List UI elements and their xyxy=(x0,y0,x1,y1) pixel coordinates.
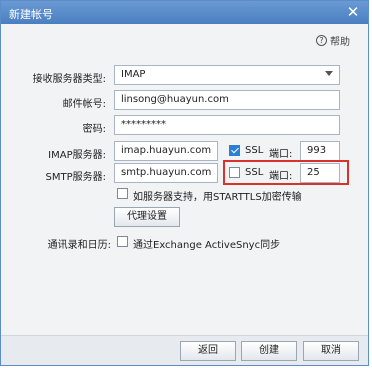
smtp-server-label: SMTP服务器: xyxy=(45,172,106,183)
password-field[interactable]: ********* xyxy=(114,115,340,135)
password-label: 密码: xyxy=(82,124,106,135)
button-bar: 返回 创建 取消 xyxy=(1,335,368,365)
imap-port-label: 端口: xyxy=(269,149,293,160)
help-link[interactable]: ? 帮助 xyxy=(316,33,350,48)
smtp-ssl-checkbox[interactable] xyxy=(229,167,240,178)
server-type-select[interactable]: IMAP xyxy=(114,65,340,85)
activesync-checkbox[interactable] xyxy=(117,236,128,247)
sync-label: 通讯录和日历: xyxy=(47,240,111,251)
imap-ssl-label: SSL xyxy=(245,145,264,156)
proxy-settings-button[interactable]: 代理设置 xyxy=(114,207,180,227)
question-icon: ? xyxy=(316,35,327,46)
imap-ssl-checkbox[interactable] xyxy=(229,145,240,156)
imap-port-field[interactable]: 993 xyxy=(300,141,340,161)
email-label: 邮件帐号: xyxy=(62,99,106,110)
imap-server-label: IMAP服务器: xyxy=(48,150,106,161)
chevron-down-icon xyxy=(325,71,333,76)
cancel-button[interactable]: 取消 xyxy=(303,341,359,361)
starttls-checkbox[interactable] xyxy=(117,188,128,199)
imap-server-field[interactable]: imap.huayun.com xyxy=(114,141,218,161)
smtp-port-label: 端口: xyxy=(269,171,293,182)
starttls-label: 如服务器支持，用STARTTLS加密传输 xyxy=(133,192,302,203)
server-type-value: IMAP xyxy=(121,69,146,80)
smtp-port-field[interactable]: 25 xyxy=(300,163,340,183)
dialog-title: 新建帐号 xyxy=(9,8,53,21)
help-label: 帮助 xyxy=(330,37,350,48)
email-field[interactable]: linsong@huayun.com xyxy=(114,90,340,110)
create-button[interactable]: 创建 xyxy=(241,341,297,361)
smtp-ssl-label: SSL xyxy=(245,167,264,178)
activesync-label: 通过Exchange ActiveSnyc同步 xyxy=(133,240,281,251)
back-button[interactable]: 返回 xyxy=(180,341,236,361)
smtp-server-field[interactable]: smtp.huayun.com xyxy=(114,163,218,183)
close-icon[interactable]: ✕ xyxy=(344,3,362,21)
new-account-dialog: 新建帐号 ✕ ? 帮助 接收服务器类型: IMAP 邮件帐号: linsong@… xyxy=(0,0,369,366)
server-type-label: 接收服务器类型: xyxy=(32,74,106,85)
title-bar: 新建帐号 ✕ xyxy=(1,1,368,24)
